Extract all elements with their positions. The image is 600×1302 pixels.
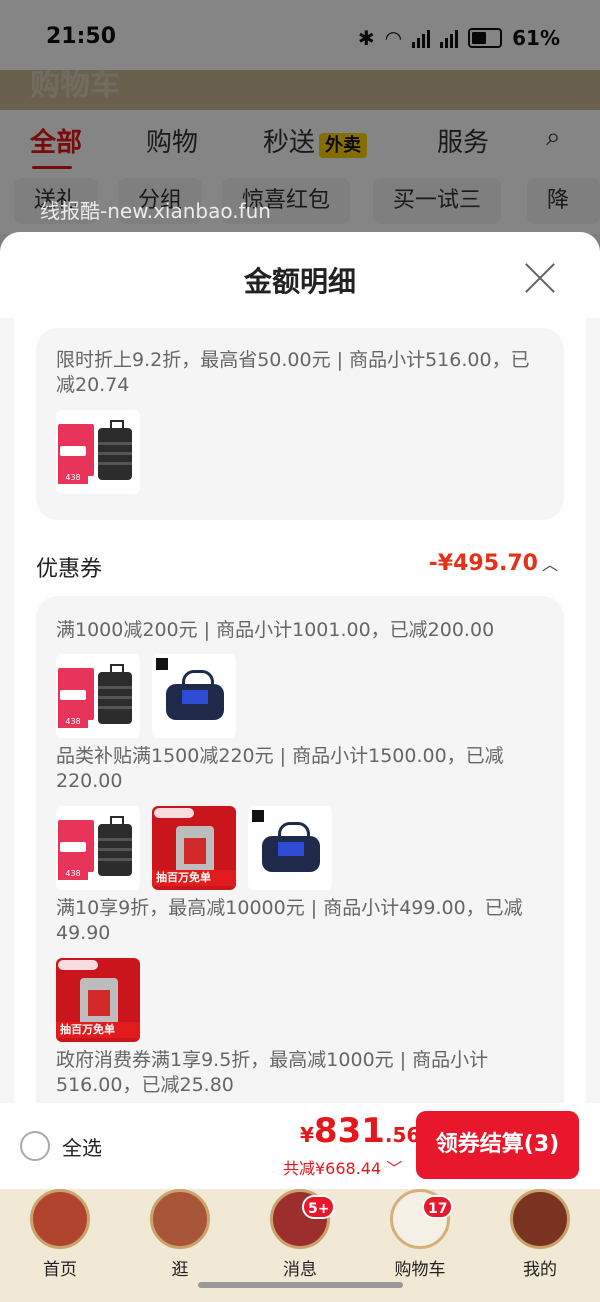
product-thumb-suitcase: 438 (56, 410, 140, 494)
coupon-card: 满1000减200元 | 商品小计1001.00，已减200.00 438 品类… (36, 596, 564, 1126)
product-thumb-bag (248, 806, 332, 890)
coupon-amount-value: -¥495.70 (428, 551, 538, 576)
product-thumb-suitcase: 438 (56, 806, 140, 890)
watermark: 线报酷-new.xianbao.fun (40, 199, 271, 223)
sheet-body[interactable]: 限时折上9.2折，最高省50.00元 | 商品小计516.00，已减20.74 … (14, 318, 586, 1126)
brand-logo-icon (156, 658, 168, 670)
tab-profile[interactable]: 我的 (480, 1189, 600, 1302)
sheet-header: 金额明细 (0, 232, 600, 318)
checkbox-icon[interactable] (20, 1131, 50, 1161)
coupon-text-3: 满10享9折，最高减10000元 | 商品小计499.00，已减49.90 (56, 897, 523, 944)
checkout-button[interactable]: 领券结算(3) (416, 1111, 579, 1179)
total-int: 831 (313, 1111, 385, 1151)
coupon-label: 优惠券 (36, 557, 103, 582)
brand-logo-icon (252, 810, 264, 822)
tab-home[interactable]: 首页 (0, 1189, 120, 1302)
promo-card: 限时折上9.2折，最高省50.00元 | 商品小计516.00，已减20.74 … (36, 328, 564, 520)
suitcase-image (98, 420, 132, 480)
bag-image (262, 822, 320, 872)
cart-badge: 17 (422, 1195, 454, 1219)
suitcase-image (98, 816, 132, 876)
explore-icon (150, 1189, 210, 1249)
total-price: ¥831.56 (300, 1111, 421, 1151)
promo-text: 限时折上9.2折，最高省50.00元 | 商品小计516.00，已减20.74 (56, 349, 530, 396)
saved-amount[interactable]: 共减¥668.44 ﹀ (283, 1155, 402, 1179)
product-thumb-bag (152, 654, 236, 738)
can-image (176, 826, 214, 876)
select-all-toggle[interactable]: 全选 (20, 1131, 102, 1161)
product-thumb-can (56, 958, 140, 1042)
chevron-down-icon: ﹀ (386, 1159, 403, 1178)
coupon-text-1: 满1000减200元 | 商品小计1001.00，已减200.00 (56, 619, 495, 641)
coupon-amount[interactable]: -¥495.70 ︿ (429, 551, 558, 576)
chevron-up-icon: ︿ (541, 555, 558, 574)
home-icon (30, 1189, 90, 1249)
coupon-text-2: 品类补贴满1500减220元 | 商品小计1500.00，已减220.00 (56, 745, 504, 792)
coupon-text-4: 政府消费券满1享9.5折，最高减1000元 | 商品小计516.00，已减25.… (56, 1049, 489, 1096)
close-icon[interactable] (524, 262, 556, 294)
sheet-title: 金额明细 (243, 265, 356, 298)
message-badge: 5+ (302, 1195, 336, 1219)
product-thumb-suitcase: 438 (56, 654, 140, 738)
bag-image (166, 670, 224, 720)
home-indicator[interactable] (198, 1282, 403, 1288)
can-image (80, 978, 118, 1028)
profile-icon (510, 1189, 570, 1249)
select-all-label: 全选 (62, 1135, 102, 1160)
product-thumb-can (152, 806, 236, 890)
suitcase-image (98, 664, 132, 724)
checkout-bar: 全选 ¥831.56 共减¥668.44 ﹀ 领券结算(3) (0, 1103, 600, 1189)
